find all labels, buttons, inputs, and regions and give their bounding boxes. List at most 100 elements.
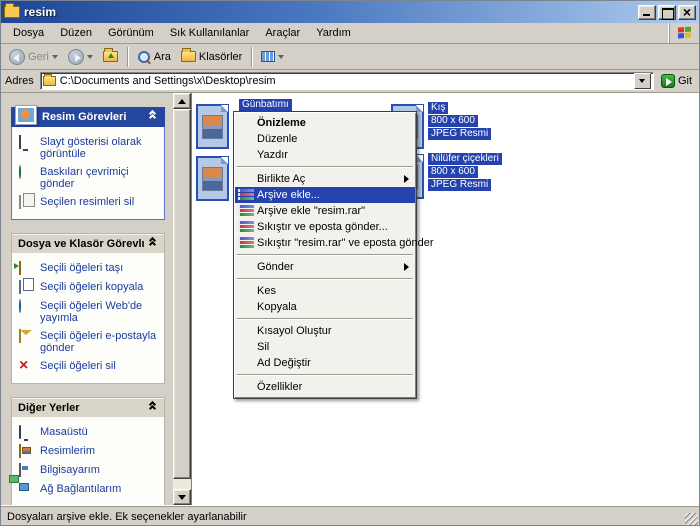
email-icon bbox=[19, 329, 21, 343]
menu-duzen[interactable]: Düzen bbox=[52, 24, 100, 42]
go-label: Git bbox=[678, 75, 692, 87]
views-button[interactable] bbox=[257, 49, 288, 64]
winrar-icon bbox=[238, 237, 254, 249]
context-menu: Önizleme Düzenle Yazdır Birlikte Aç Arşi… bbox=[233, 111, 417, 399]
task-delete-pictures[interactable]: Seçilen resimleri sil bbox=[17, 193, 161, 212]
scroll-up-icon bbox=[178, 95, 186, 104]
folders-button[interactable]: Klasörler bbox=[177, 49, 246, 65]
menu-dosya[interactable]: Dosya bbox=[5, 24, 52, 42]
file-label-gunbatimi[interactable]: Günbatımı bbox=[239, 99, 292, 111]
move-icon bbox=[19, 261, 21, 275]
menu-item-ad-degistir[interactable]: Ad Değiştir bbox=[235, 355, 415, 371]
address-dropdown-icon bbox=[639, 79, 645, 86]
forward-icon bbox=[68, 49, 84, 65]
address-folder-icon bbox=[43, 76, 56, 86]
resize-grip[interactable] bbox=[685, 513, 698, 526]
menu-item-duzenle[interactable]: Düzenle bbox=[235, 131, 415, 147]
my-computer-icon bbox=[19, 463, 21, 477]
chevron-up-icon[interactable] bbox=[146, 404, 158, 412]
menu-item-sil[interactable]: Sil bbox=[235, 339, 415, 355]
forward-button[interactable] bbox=[64, 47, 97, 67]
menu-yardim[interactable]: Yardım bbox=[308, 24, 359, 42]
back-button[interactable]: Geri bbox=[5, 47, 62, 67]
addressbar: Adres C:\Documents and Settings\x\Deskto… bbox=[1, 70, 699, 93]
winrar-icon bbox=[238, 189, 254, 201]
menu-item-sikistir-resim-rar-eposta[interactable]: Sıkıştır "resim.rar" ve eposta gönder bbox=[235, 235, 415, 251]
delete-pictures-icon bbox=[19, 195, 21, 209]
window-title: resim bbox=[24, 5, 638, 19]
chevron-up-icon[interactable] bbox=[146, 240, 158, 248]
place-my-pictures[interactable]: Resimlerim bbox=[17, 442, 161, 461]
task-delete-items[interactable]: Seçili öğeleri sil bbox=[17, 357, 161, 376]
scroll-up-button[interactable] bbox=[173, 93, 191, 109]
menu-item-birlikte-ac[interactable]: Birlikte Aç bbox=[235, 171, 415, 187]
search-button[interactable]: Ara bbox=[133, 48, 175, 66]
menu-sik-kullanilanlar[interactable]: Sık Kullanılanlar bbox=[162, 24, 258, 42]
file-label-nilufer[interactable]: Nilüfer çiçekleri 800 x 600 JPEG Resmi bbox=[428, 153, 502, 192]
back-icon bbox=[9, 49, 25, 65]
file-label-kis[interactable]: Kış 800 x 600 JPEG Resmi bbox=[428, 102, 491, 141]
place-my-computer[interactable]: Bilgisayarım bbox=[17, 461, 161, 480]
scroll-down-button[interactable] bbox=[173, 489, 191, 505]
publish-web-icon bbox=[19, 299, 21, 313]
menu-item-kopyala[interactable]: Kopyala bbox=[235, 299, 415, 315]
up-icon bbox=[103, 51, 118, 62]
place-network[interactable]: Ağ Bağlantılarım bbox=[17, 480, 161, 499]
back-caret-icon[interactable] bbox=[52, 55, 58, 62]
search-icon bbox=[137, 50, 151, 64]
address-dropdown-button[interactable] bbox=[634, 73, 651, 89]
go-button[interactable]: Git bbox=[658, 73, 695, 89]
winrar-icon bbox=[238, 221, 254, 233]
scroll-down-icon bbox=[178, 495, 186, 504]
go-icon bbox=[661, 74, 675, 88]
up-button[interactable] bbox=[99, 49, 122, 64]
menu-araclar[interactable]: Araçlar bbox=[257, 24, 308, 42]
sidebar-scrollbar[interactable] bbox=[173, 93, 191, 505]
menu-item-kisayol-olustur[interactable]: Kısayol Oluştur bbox=[235, 323, 415, 339]
menu-item-gonder[interactable]: Gönder bbox=[235, 259, 415, 275]
thumbnail-second[interactable] bbox=[196, 156, 229, 201]
address-path[interactable]: C:\Documents and Settings\x\Desktop\resi… bbox=[60, 75, 630, 87]
statusbar: Dosyaları arşive ekle. Ek seçenekler aya… bbox=[1, 505, 699, 526]
menu-item-sikistir-eposta[interactable]: Sıkıştır ve eposta gönder... bbox=[235, 219, 415, 235]
sidebar: Resim Görevleri Slayt gösterisi olarak g… bbox=[1, 93, 173, 505]
task-publish-web[interactable]: Seçili öğeleri Web'de yayımla bbox=[17, 297, 161, 327]
menu-item-yazdir[interactable]: Yazdır bbox=[235, 147, 415, 163]
picture-tasks-header[interactable]: Resim Görevleri bbox=[11, 107, 165, 127]
thumbnail-gunbatimi[interactable] bbox=[196, 104, 229, 149]
address-input[interactable]: C:\Documents and Settings\x\Desktop\resi… bbox=[40, 72, 654, 90]
maximize-button[interactable] bbox=[658, 5, 676, 20]
menu-item-ozellikler[interactable]: Özellikler bbox=[235, 379, 415, 395]
panel-file-tasks: Dosya ve Klasör Görevlı Seçili öğeleri t… bbox=[11, 233, 165, 384]
task-move-items[interactable]: Seçili öğeleri taşı bbox=[17, 259, 161, 278]
menu-item-kes[interactable]: Kes bbox=[235, 283, 415, 299]
winrar-icon bbox=[238, 205, 254, 217]
menu-gorunum[interactable]: Görünüm bbox=[100, 24, 162, 42]
folder-icon bbox=[4, 6, 20, 18]
task-email-items[interactable]: Seçili öğeleri e-postayla gönder bbox=[17, 327, 161, 357]
minimize-button[interactable] bbox=[638, 5, 656, 20]
search-label: Ara bbox=[154, 51, 171, 63]
menu-item-arsive-ekle-resim-rar[interactable]: Arşive ekle "resim.rar" bbox=[235, 203, 415, 219]
my-pictures-icon bbox=[19, 444, 21, 458]
chevron-up-icon[interactable] bbox=[146, 113, 158, 121]
task-order-prints[interactable]: Baskıları çevrimiçi gönder bbox=[17, 163, 161, 193]
views-caret-icon[interactable] bbox=[278, 55, 284, 62]
copy-icon bbox=[19, 280, 21, 294]
panel-picture-tasks: Resim Görevleri Slayt gösterisi olarak g… bbox=[11, 107, 165, 220]
panel-other-places: Diğer Yerler Masaüstü Resimlerim Bilgisa… bbox=[11, 397, 165, 507]
toolbar: Geri Ara Klasörler bbox=[1, 44, 699, 70]
forward-caret-icon[interactable] bbox=[87, 55, 93, 62]
close-button[interactable] bbox=[678, 5, 696, 20]
task-copy-items[interactable]: Seçili öğeleri kopyala bbox=[17, 278, 161, 297]
menu-item-arsive-ekle[interactable]: Arşive ekle... bbox=[235, 187, 415, 203]
place-desktop[interactable]: Masaüstü bbox=[17, 423, 161, 442]
file-tasks-header[interactable]: Dosya ve Klasör Görevlı bbox=[11, 233, 165, 253]
titlebar: resim bbox=[1, 1, 699, 23]
menu-item-onizleme[interactable]: Önizleme bbox=[235, 115, 415, 131]
task-slideshow[interactable]: Slayt gösterisi olarak görüntüle bbox=[17, 133, 161, 163]
desktop-icon bbox=[19, 425, 21, 439]
scrollbar-thumb[interactable] bbox=[173, 109, 191, 479]
other-places-header[interactable]: Diğer Yerler bbox=[11, 397, 165, 417]
status-text: Dosyaları arşive ekle. Ek seçenekler aya… bbox=[7, 511, 247, 523]
